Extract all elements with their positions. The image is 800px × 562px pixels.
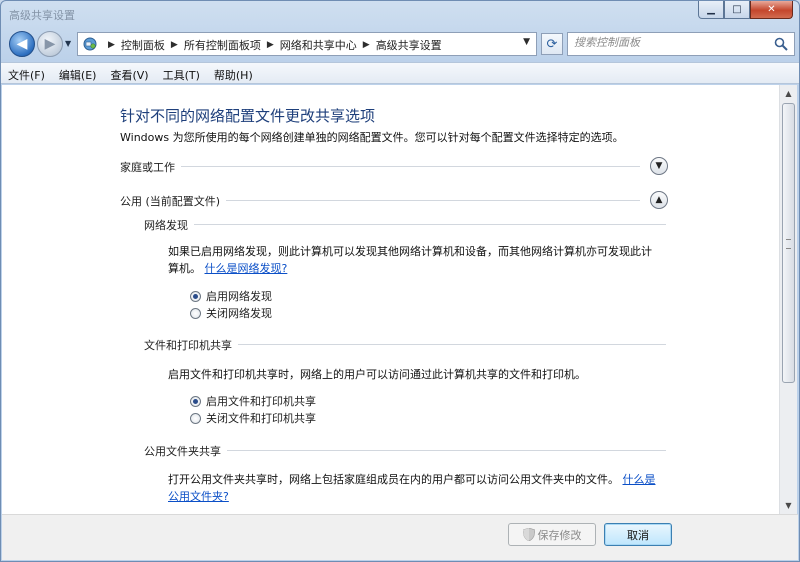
collapse-button[interactable]: ▲: [650, 191, 668, 209]
profile-home-work[interactable]: 家庭或工作 ▼: [120, 157, 668, 177]
network-discovery-help-link[interactable]: 什么是网络发现?: [205, 262, 288, 275]
forward-arrow-icon: ▶: [44, 36, 56, 52]
caption-buttons: ▁ □ ✕: [698, 1, 793, 19]
uac-shield-icon: [522, 528, 535, 541]
profile-home-work-label: 家庭或工作: [120, 159, 181, 175]
vertical-scrollbar[interactable]: ▲ ▼: [779, 85, 797, 514]
radio-label: 关闭网络发现: [206, 307, 272, 320]
file-printer-sharing-title: 文件和打印机共享: [144, 337, 238, 353]
scroll-up-arrow-icon: ▲: [785, 89, 792, 98]
divider: [120, 166, 640, 167]
back-button[interactable]: ◀: [9, 31, 35, 57]
public-folder-sharing-text: 打开公用文件夹共享时，网络上包括家庭组成员在内的用户都可以访问公用文件夹中的文件…: [168, 473, 619, 486]
menu-view[interactable]: 查看(V): [103, 63, 155, 83]
breadcrumb-advanced-sharing[interactable]: 高级共享设置: [376, 37, 442, 53]
title-bar[interactable]: 高级共享设置 ▁ □ ✕: [1, 1, 799, 27]
address-dropdown-icon[interactable]: ▼: [523, 37, 530, 47]
navigation-bar: ◀ ▶ ▼ ▶ 控制面板 ▶ 所有控制面板项 ▶ 网络和共享中心 ▶ 高级共享设…: [5, 29, 797, 59]
window-title: 高级共享设置: [9, 9, 75, 22]
save-changes-button[interactable]: 保存修改: [508, 523, 596, 546]
search-icon[interactable]: [774, 37, 788, 51]
cancel-button[interactable]: 取消: [604, 523, 672, 546]
divider: [144, 224, 666, 225]
breadcrumb: ▶ 控制面板 ▶ 所有控制面板项 ▶ 网络和共享中心 ▶ 高级共享设置: [102, 37, 442, 53]
search-box[interactable]: [567, 32, 795, 56]
radio-button[interactable]: [190, 290, 201, 302]
chevron-up-icon: ▲: [655, 195, 663, 205]
search-input[interactable]: [574, 36, 764, 49]
recent-pages-dropdown-icon[interactable]: ▼: [65, 39, 71, 48]
file-printer-sharing-description: 启用文件和打印机共享时，网络上的用户可以访问通过此计算机共享的文件和打印机。: [168, 368, 586, 381]
network-discovery-description: 如果已启用网络发现，则此计算机可以发现其他网络计算机和设备，而其他网络计算机亦可…: [168, 243, 662, 277]
chevron-down-icon: ▼: [655, 161, 663, 171]
maximize-button[interactable]: □: [724, 1, 750, 19]
save-changes-label: 保存修改: [537, 528, 582, 542]
minimize-button[interactable]: ▁: [698, 1, 724, 19]
menu-bar: 文件(F) 编辑(E) 查看(V) 工具(T) 帮助(H): [1, 62, 799, 84]
breadcrumb-all-items[interactable]: 所有控制面板项: [184, 37, 261, 53]
scroll-down-arrow-icon: ▼: [785, 501, 792, 510]
breadcrumb-separator-icon[interactable]: ▶: [363, 40, 370, 50]
network-discovery-header: 网络发现: [144, 216, 666, 233]
network-discovery-title: 网络发现: [144, 217, 194, 233]
profile-public[interactable]: 公用 (当前配置文件) ▲: [120, 191, 668, 211]
breadcrumb-separator-icon[interactable]: ▶: [267, 40, 274, 50]
breadcrumb-control-panel[interactable]: 控制面板: [121, 37, 165, 53]
explorer-window: 高级共享设置 ▁ □ ✕ ◀ ▶ ▼ ▶ 控制面板 ▶ 所有控制面板项 ▶ 网络…: [0, 0, 800, 562]
footer-bar: 保存修改 取消: [2, 514, 798, 560]
radio-button[interactable]: [190, 395, 201, 407]
breadcrumb-separator-icon[interactable]: ▶: [171, 40, 178, 50]
back-arrow-icon: ◀: [16, 36, 28, 52]
page-subtitle: Windows 为您所使用的每个网络创建单独的网络配置文件。您可以针对每个配置文…: [120, 131, 624, 144]
menu-tools[interactable]: 工具(T): [156, 63, 207, 83]
minimize-icon: ▁: [707, 4, 715, 15]
radio-disable-file-printer-sharing[interactable]: 关闭文件和打印机共享: [190, 410, 316, 426]
network-center-icon: [83, 37, 97, 51]
radio-enable-file-printer-sharing[interactable]: 启用文件和打印机共享: [190, 393, 316, 409]
radio-enable-network-discovery[interactable]: 启用网络发现: [190, 288, 272, 304]
public-folder-sharing-header: 公用文件夹共享: [144, 442, 666, 459]
expand-button[interactable]: ▼: [650, 157, 668, 175]
radio-button[interactable]: [190, 412, 201, 424]
breadcrumb-separator-icon[interactable]: ▶: [108, 40, 115, 50]
menu-help[interactable]: 帮助(H): [207, 63, 260, 83]
forward-button[interactable]: ▶: [37, 31, 63, 57]
scroll-down-button[interactable]: ▼: [780, 497, 797, 514]
page-title: 针对不同的网络配置文件更改共享选项: [120, 107, 376, 125]
public-folder-sharing-description: 打开公用文件夹共享时，网络上包括家庭组成员在内的用户都可以访问公用文件夹中的文件…: [168, 471, 662, 505]
radio-button[interactable]: [190, 307, 201, 319]
address-bar[interactable]: ▶ 控制面板 ▶ 所有控制面板项 ▶ 网络和共享中心 ▶ 高级共享设置 ▼: [77, 32, 537, 56]
radio-label: 启用文件和打印机共享: [206, 395, 316, 408]
refresh-button[interactable]: ⟳: [541, 33, 563, 55]
public-folder-sharing-title: 公用文件夹共享: [144, 443, 227, 459]
close-icon: ✕: [767, 4, 776, 15]
close-button[interactable]: ✕: [750, 1, 793, 19]
menu-edit[interactable]: 编辑(E): [52, 63, 104, 83]
maximize-icon: □: [732, 4, 742, 15]
menu-file[interactable]: 文件(F): [1, 63, 52, 83]
breadcrumb-network-center[interactable]: 网络和共享中心: [280, 37, 357, 53]
refresh-icon: ⟳: [546, 36, 558, 52]
file-printer-sharing-header: 文件和打印机共享: [144, 336, 666, 353]
scroll-thumb[interactable]: [782, 103, 795, 383]
radio-label: 关闭文件和打印机共享: [206, 412, 316, 425]
cancel-label: 取消: [627, 528, 649, 542]
radio-label: 启用网络发现: [206, 290, 272, 303]
profile-public-label: 公用 (当前配置文件): [120, 193, 227, 209]
radio-disable-network-discovery[interactable]: 关闭网络发现: [190, 305, 272, 321]
content-pane: 针对不同的网络配置文件更改共享选项 Windows 为您所使用的每个网络创建单独…: [2, 85, 779, 514]
scroll-up-button[interactable]: ▲: [780, 85, 797, 102]
